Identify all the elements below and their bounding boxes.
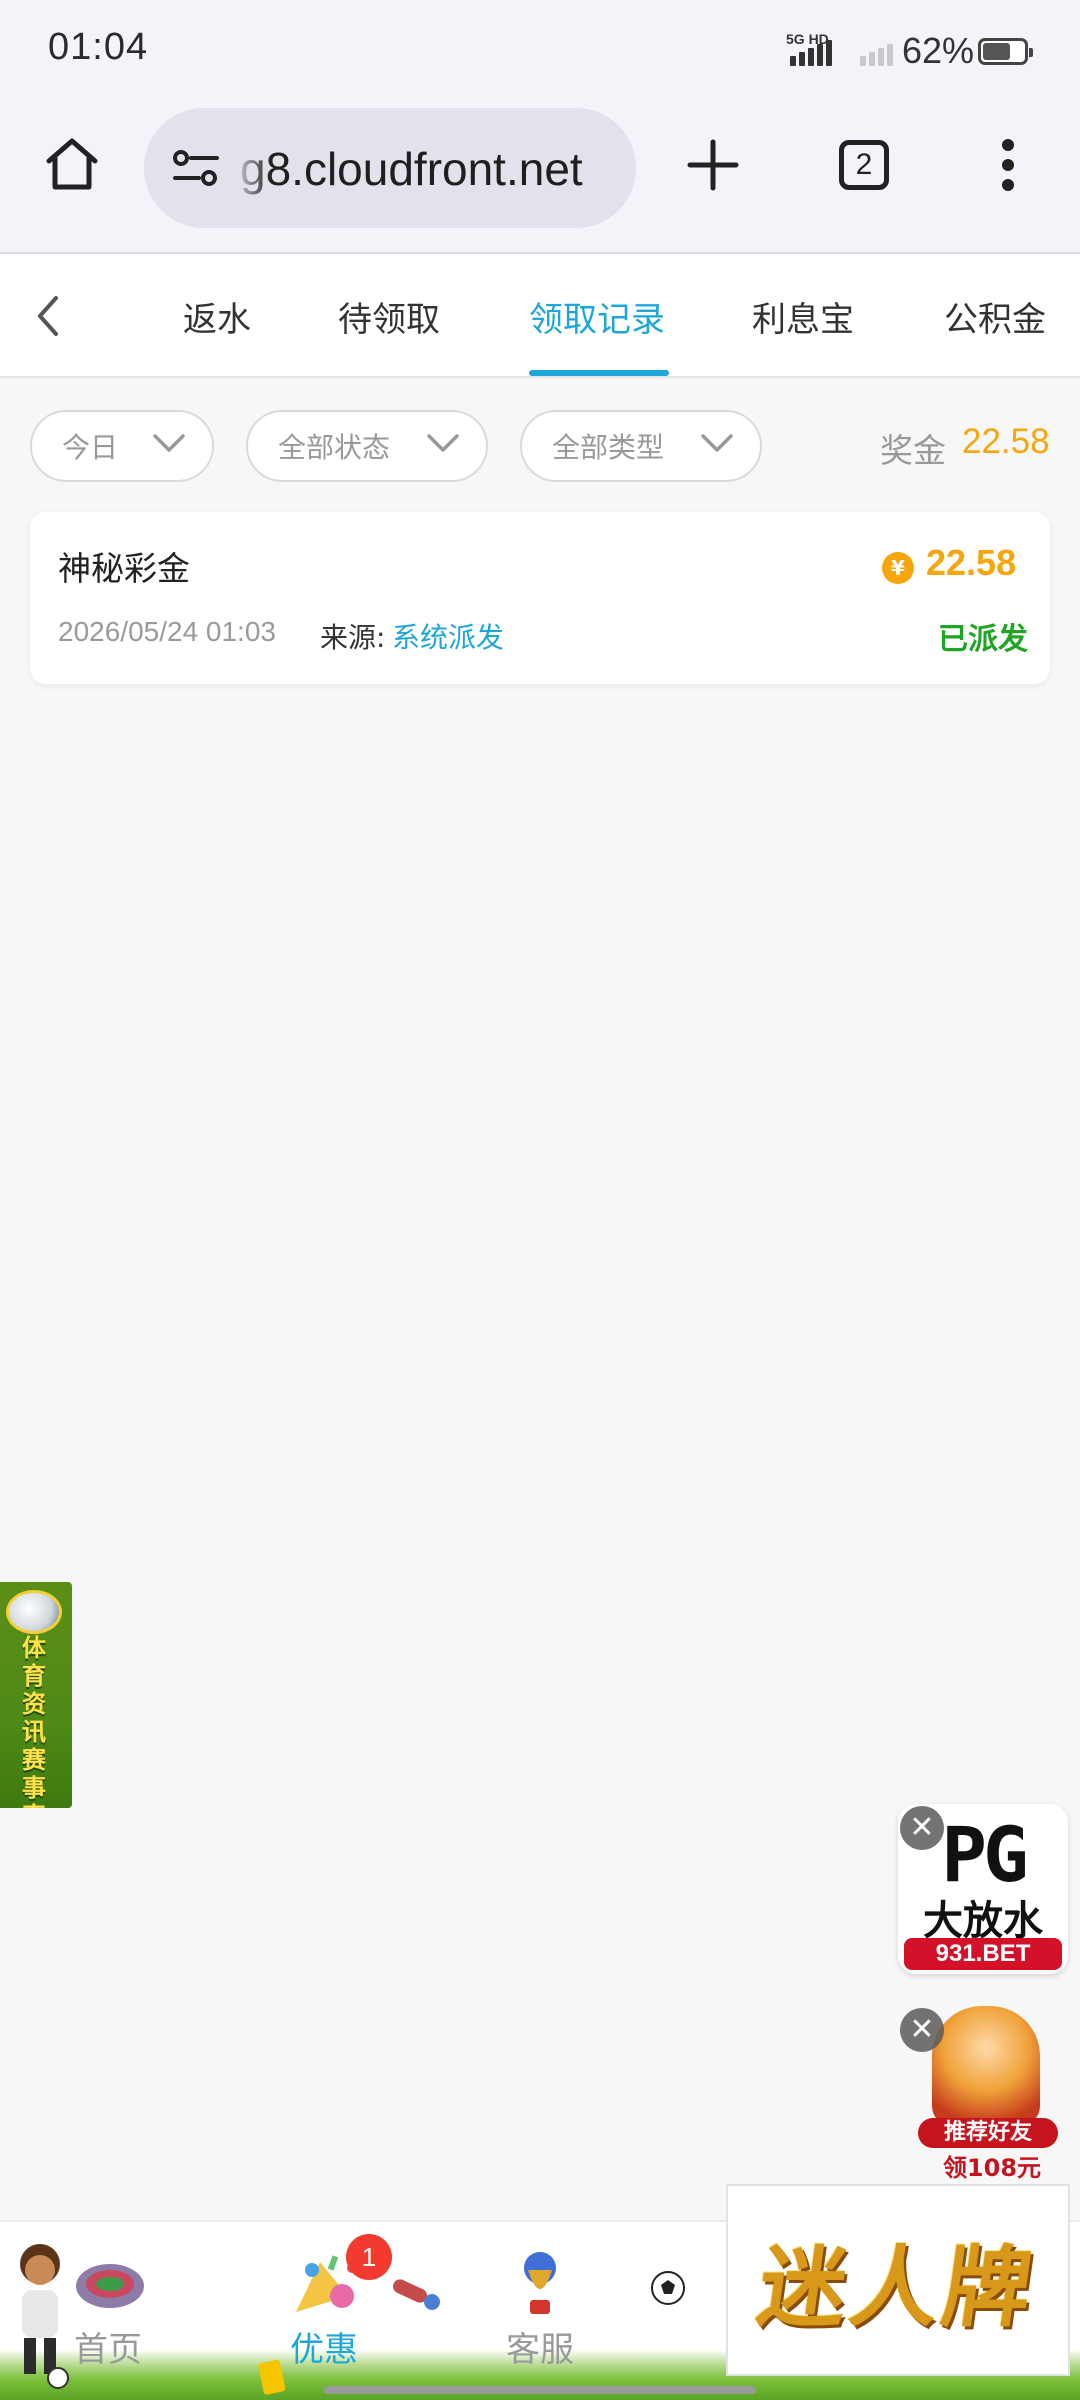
nav-home-label: 首页 [74,2330,142,2370]
status-bar: 01:04 5G HD 62% [0,0,1080,100]
nav-customer-service[interactable]: 客服 [440,2222,640,2372]
record-status-badge: 已派发 [938,622,1028,657]
status-filter-label: 全部状态 [278,431,391,464]
record-source: 系统派发 [392,621,505,654]
bonus-total-value: 22.58 [962,422,1050,461]
whistle-icon [388,2272,444,2316]
sports-news-banner-text: 体育资讯赛事直播 [22,1634,46,1808]
tab-rebate[interactable]: 返水 [183,292,251,341]
tab-switcher-button[interactable]: 2 [824,128,904,202]
nav-home[interactable]: 首页 [8,2222,208,2372]
type-filter-label: 全部类型 [552,431,665,464]
claim-record-card: 神秘彩金 ¥ 22.58 2026/05/24 01:03 来源: 系统派发 已… [30,512,1050,684]
record-source-label: 来源: [320,621,386,654]
referral-amount: 领108元 [942,2154,1042,2182]
sports-news-banner[interactable]: 体育资讯赛事直播 [0,1582,72,1808]
tab-interest[interactable]: 利息宝 [752,292,854,341]
status-filter[interactable]: 全部状态 [246,410,488,482]
tab-count: 2 [839,140,889,190]
home-icon[interactable] [36,128,108,200]
nav-promotions-label: 优惠 [290,2330,358,2370]
referral-label: 推荐好友 [918,2118,1058,2148]
stadium-icon [74,2256,146,2316]
record-amount: 22.58 [926,542,1017,583]
url-fade [232,128,272,208]
active-tab-indicator [529,370,669,376]
close-icon[interactable]: ✕ [900,1806,944,1850]
type-filter[interactable]: 全部类型 [520,410,762,482]
close-icon[interactable]: ✕ [900,2008,944,2052]
date-filter-label: 今日 [62,431,119,464]
record-title: 神秘彩金 [58,549,190,588]
chevron-down-icon [427,434,459,452]
soccer-ball-icon [650,2270,686,2310]
record-date: 2026/05/24 01:03 [58,616,276,647]
status-time: 01:04 [48,26,149,68]
coin-icon: ¥ [882,552,914,584]
brand-ad[interactable]: 迷人牌 [726,2184,1070,2376]
battery-percent: 62% [902,30,975,71]
battery-icon [978,38,1033,65]
chevron-down-icon [153,434,185,452]
more-menu-icon[interactable] [972,128,1044,202]
trophy-icon [510,2248,570,2322]
tab-pending[interactable]: 待领取 [338,292,440,341]
category-tab-bar: 返水 待领取 领取记录 利息宝 公积金 [0,254,1080,378]
url-text: g8.cloudfront.net [240,143,583,195]
tab-provident-fund[interactable]: 公积金 [944,292,1046,341]
fortune-god-illustration [932,2006,1040,2126]
signal-strength-secondary-icon [860,32,893,66]
bonus-total-label: 奖金 [880,431,946,470]
date-filter[interactable]: 今日 [30,410,214,482]
promotions-badge: 1 [346,2234,392,2280]
gesture-home-bar[interactable] [324,2386,756,2394]
tab-claim-records[interactable]: 领取记录 [529,292,665,341]
address-bar[interactable]: g8.cloudfront.net [144,108,636,228]
brand-ad-text: 迷人牌 [751,2234,1043,2339]
chevron-down-icon [701,434,733,452]
site-settings-icon[interactable] [164,136,228,200]
nav-customer-service-label: 客服 [506,2330,574,2370]
browser-toolbar: g8.cloudfront.net 2 [0,100,1080,254]
football-icon [6,1590,62,1634]
signal-strength-icon [790,32,832,66]
new-tab-icon[interactable] [676,128,750,202]
back-arrow-icon[interactable] [20,288,76,344]
pg-promo-url: 931.BET [904,1938,1062,1970]
